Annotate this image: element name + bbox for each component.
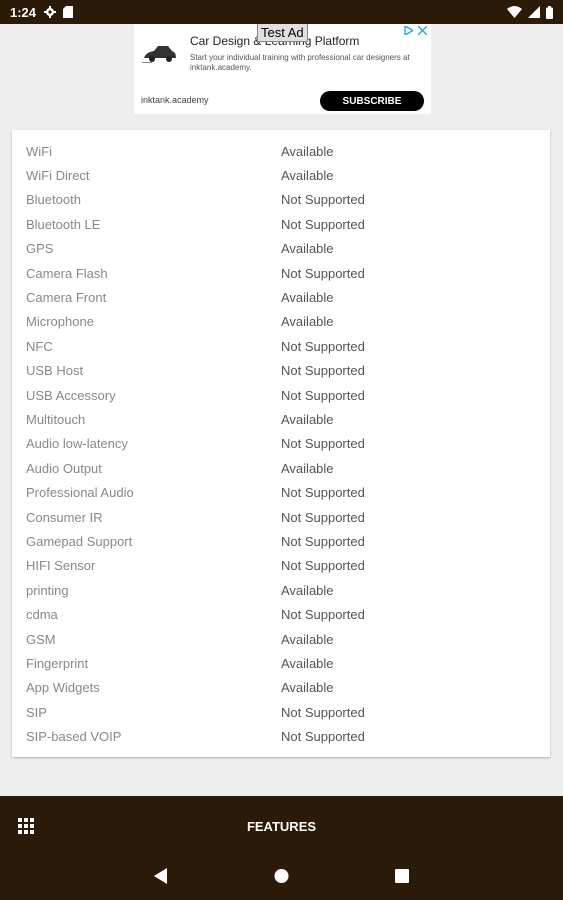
sd-card-icon	[63, 6, 74, 18]
feature-status: Not Supported	[281, 509, 365, 525]
ad-description: Start your individual training with prof…	[190, 53, 410, 72]
ad-domain[interactable]: inktank.academy	[141, 95, 209, 105]
status-bar: 1:24	[0, 0, 563, 24]
subscribe-button[interactable]: SUBSCRIBE	[320, 91, 424, 111]
feature-row: Bluetooth Not Supported	[12, 188, 550, 212]
feature-status: Available	[281, 680, 334, 696]
feature-row: Multitouch Available	[12, 407, 550, 431]
feature-name: USB Accessory	[26, 387, 116, 403]
feature-status: Not Supported	[281, 338, 365, 354]
feature-name: Professional Audio	[26, 485, 134, 501]
feature-row: cdma Not Supported	[12, 602, 550, 626]
feature-name: Bluetooth	[26, 192, 81, 208]
feature-status: Not Supported	[281, 607, 365, 623]
feature-status: Not Supported	[281, 436, 365, 452]
feature-status: Not Supported	[281, 533, 365, 549]
feature-row: Gamepad Support Not Supported	[12, 529, 550, 553]
feature-name: Camera Flash	[26, 265, 108, 281]
home-icon[interactable]	[274, 868, 289, 884]
feature-status: Not Supported	[281, 363, 365, 379]
feature-row: WiFi Available	[12, 139, 550, 163]
status-time: 1:24	[10, 4, 37, 20]
feature-row: USB Accessory Not Supported	[12, 383, 550, 407]
feature-name: Audio low-latency	[26, 436, 128, 452]
feature-name: Gamepad Support	[26, 533, 133, 549]
wifi-icon	[507, 6, 522, 18]
feature-status: Not Supported	[281, 704, 365, 720]
ad-choices-icon[interactable]	[404, 26, 413, 35]
grid-menu-icon[interactable]	[18, 818, 34, 834]
feature-status: Not Supported	[281, 216, 365, 232]
feature-row: Microphone Available	[12, 310, 550, 334]
bottom-bar: FEATURES	[0, 796, 563, 856]
feature-status: Available	[281, 411, 334, 427]
ad-banner[interactable]: Car Design & Learning Platform Test Ad S…	[134, 24, 431, 114]
battery-icon	[546, 5, 553, 19]
feature-name: Microphone	[26, 314, 94, 330]
feature-name: WiFi Direct	[26, 168, 90, 184]
feature-status: Not Supported	[281, 485, 365, 501]
feature-name: Camera Front	[26, 290, 107, 306]
feature-row: Consumer IR Not Supported	[12, 505, 550, 529]
feature-name: SIP-based VOIP	[26, 729, 122, 745]
feature-row: Fingerprint Available	[12, 651, 550, 675]
feature-status: Available	[281, 460, 334, 476]
feature-row: USB Host Not Supported	[12, 359, 550, 383]
feature-row: HIFI Sensor Not Supported	[12, 554, 550, 578]
settings-icon	[44, 6, 57, 18]
feature-list: WiFi Available WiFi Direct Available Bluetoo…	[12, 139, 550, 749]
feature-name: HIFI Sensor	[26, 558, 96, 574]
feature-row: Audio Output Available	[12, 456, 550, 480]
feature-status: Not Supported	[281, 729, 365, 745]
feature-row: SIP-based VOIP Not Supported	[12, 724, 550, 748]
feature-name: Multitouch	[26, 411, 86, 427]
feature-name: NFC	[26, 338, 53, 354]
feature-status: Available	[281, 290, 334, 306]
feature-name: App Widgets	[26, 680, 100, 696]
feature-status: Available	[281, 168, 334, 184]
feature-status: Not Supported	[281, 192, 365, 208]
feature-row: GPS Available	[12, 237, 550, 261]
feature-row: NFC Not Supported	[12, 334, 550, 358]
feature-row: GSM Available	[12, 627, 550, 651]
feature-name: cdma	[26, 607, 58, 623]
feature-status: Available	[281, 655, 334, 671]
feature-status: Available	[281, 241, 334, 257]
feature-name: Audio Output	[26, 460, 102, 476]
feature-name: USB Host	[26, 363, 84, 379]
car-icon	[142, 46, 176, 63]
feature-row: printing Available	[12, 578, 550, 602]
feature-status: Available	[281, 314, 334, 330]
feature-name: printing	[26, 582, 69, 598]
test-ad-badge: Test Ad	[257, 24, 308, 42]
page-title: FEATURES	[246, 818, 317, 834]
feature-name: WiFi	[26, 143, 52, 159]
feature-name: GPS	[26, 241, 54, 257]
feature-name: SIP	[26, 704, 47, 720]
feature-status: Available	[281, 631, 334, 647]
feature-row: WiFi Direct Available	[12, 163, 550, 187]
feature-status: Not Supported	[281, 387, 365, 403]
recents-icon[interactable]	[395, 868, 409, 884]
feature-status: Available	[281, 582, 334, 598]
feature-row: Camera Front Available	[12, 285, 550, 309]
system-nav-bar	[0, 856, 563, 900]
feature-status: Not Supported	[281, 558, 365, 574]
feature-status: Available	[281, 143, 334, 159]
features-card: WiFi Available WiFi Direct Available Bluetoo…	[12, 130, 550, 757]
feature-name: Consumer IR	[26, 509, 103, 525]
signal-icon	[528, 6, 540, 18]
feature-name: Fingerprint	[26, 655, 89, 671]
close-icon[interactable]	[418, 26, 427, 35]
back-icon[interactable]	[154, 868, 168, 884]
feature-row: Bluetooth LE Not Supported	[12, 212, 550, 236]
feature-row: Professional Audio Not Supported	[12, 480, 550, 504]
feature-row: Camera Flash Not Supported	[12, 261, 550, 285]
feature-name: Bluetooth LE	[26, 216, 101, 232]
feature-row: Audio low-latency Not Supported	[12, 432, 550, 456]
feature-row: App Widgets Available	[12, 676, 550, 700]
feature-row: SIP Not Supported	[12, 700, 550, 724]
feature-status: Not Supported	[281, 265, 365, 281]
feature-name: GSM	[26, 631, 56, 647]
